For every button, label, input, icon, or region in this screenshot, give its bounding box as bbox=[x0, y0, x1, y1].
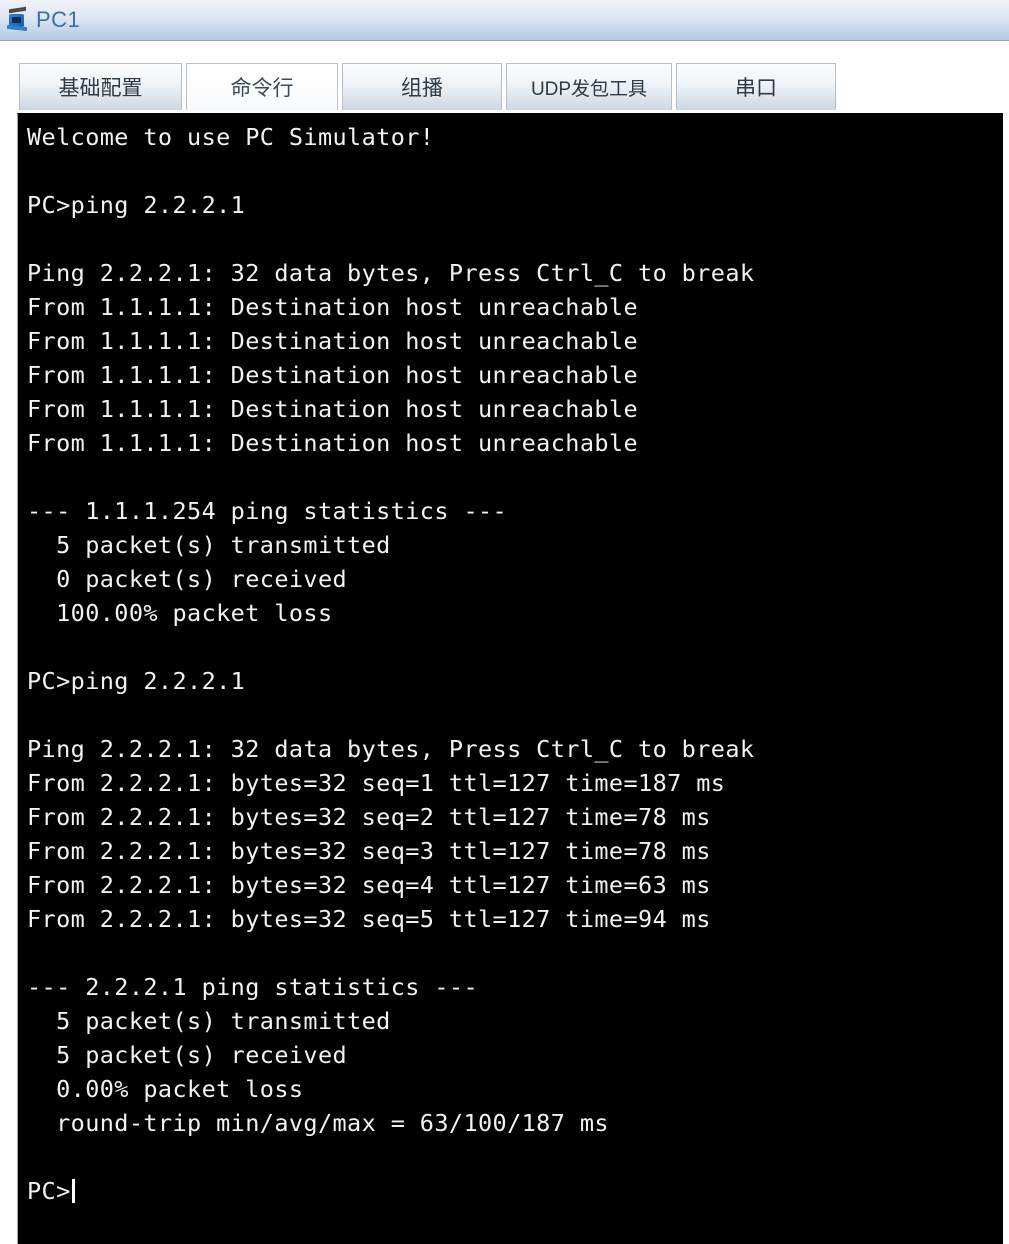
terminal-line: 0.00% packet loss bbox=[27, 1075, 304, 1103]
terminal-line: PC>ping 2.2.2.1 bbox=[27, 667, 246, 695]
terminal-line: 5 packet(s) transmitted bbox=[27, 1007, 391, 1035]
terminal-line: PC>ping 2.2.2.1 bbox=[27, 191, 246, 219]
terminal-line: 0 packet(s) received bbox=[27, 565, 348, 593]
terminal-line: Ping 2.2.2.1: 32 data bytes, Press Ctrl_… bbox=[27, 735, 755, 763]
terminal-line: 5 packet(s) transmitted bbox=[27, 531, 391, 559]
terminal-line: 5 packet(s) received bbox=[27, 1041, 348, 1069]
terminal-line: From 2.2.2.1: bytes=32 seq=1 ttl=127 tim… bbox=[27, 769, 726, 797]
tab-serial-port-label: 串口 bbox=[735, 77, 777, 100]
pc-device-icon bbox=[6, 6, 30, 33]
terminal-line: 100.00% packet loss bbox=[27, 599, 333, 627]
terminal-line: round-trip min/avg/max = 63/100/187 ms bbox=[27, 1109, 609, 1137]
tab-udp-sender-label: UDP发包工具 bbox=[530, 78, 648, 100]
text-cursor bbox=[71, 1179, 75, 1203]
terminal-line: From 1.1.1.1: Destination host unreachab… bbox=[27, 327, 639, 355]
terminal-line: From 2.2.2.1: bytes=32 seq=2 ttl=127 tim… bbox=[27, 803, 711, 831]
terminal-line: From 1.1.1.1: Destination host unreachab… bbox=[27, 293, 639, 321]
window-titlebar: PC1 bbox=[0, 0, 1009, 41]
terminal-console[interactable]: Welcome to use PC Simulator! PC>ping 2.2… bbox=[17, 113, 1003, 1244]
window-title: PC1 bbox=[36, 7, 81, 32]
terminal-line: Ping 2.2.2.1: 32 data bytes, Press Ctrl_… bbox=[27, 259, 755, 287]
terminal-prompt: PC> bbox=[27, 1177, 71, 1205]
tab-basic-config[interactable]: 基础配置 bbox=[19, 63, 182, 110]
tab-basic-config-label: 基础配置 bbox=[58, 77, 143, 100]
terminal-line: --- 1.1.1.254 ping statistics --- bbox=[27, 497, 508, 525]
pc-simulator-window: PC1 基础配置 命令行 组播 UDP发包工具 串口 Welcome to us… bbox=[0, 0, 1009, 1244]
tab-serial-port[interactable]: 串口 bbox=[676, 63, 836, 110]
terminal-line: From 2.2.2.1: bytes=32 seq=4 ttl=127 tim… bbox=[27, 871, 711, 899]
terminal-line: From 1.1.1.1: Destination host unreachab… bbox=[27, 395, 639, 423]
tab-bar: 基础配置 命令行 组播 UDP发包工具 串口 bbox=[0, 41, 1009, 113]
tab-command-line[interactable]: 命令行 bbox=[186, 63, 338, 110]
terminal-line: From 2.2.2.1: bytes=32 seq=3 ttl=127 tim… bbox=[27, 837, 711, 865]
terminal-line: From 2.2.2.1: bytes=32 seq=5 ttl=127 tim… bbox=[27, 905, 711, 933]
tab-multicast-label: 组播 bbox=[401, 77, 443, 100]
tab-udp-sender[interactable]: UDP发包工具 bbox=[506, 63, 672, 110]
terminal-line: From 1.1.1.1: Destination host unreachab… bbox=[27, 361, 639, 389]
tab-multicast[interactable]: 组播 bbox=[342, 63, 502, 110]
tab-command-line-label: 命令行 bbox=[230, 77, 294, 100]
terminal-output[interactable]: Welcome to use PC Simulator! PC>ping 2.2… bbox=[18, 114, 1003, 1208]
terminal-line: --- 2.2.2.1 ping statistics --- bbox=[27, 973, 478, 1001]
terminal-line: From 1.1.1.1: Destination host unreachab… bbox=[27, 429, 639, 457]
terminal-prompt-line[interactable]: PC> bbox=[27, 1174, 1003, 1208]
terminal-line: Welcome to use PC Simulator! bbox=[27, 123, 435, 151]
